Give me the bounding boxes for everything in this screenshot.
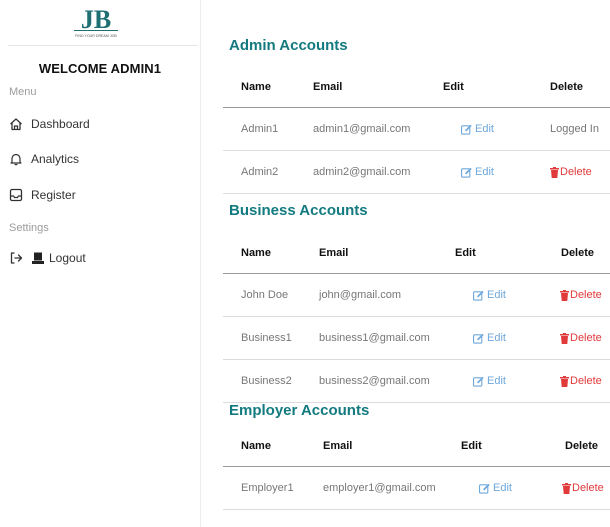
table-header-row: Name Email Edit Delete xyxy=(223,425,610,467)
delete-label: Delete xyxy=(572,482,604,494)
account-name: Admin1 xyxy=(241,123,279,135)
svg-text:FIND YOUR DREAM JOB: FIND YOUR DREAM JOB xyxy=(75,34,117,38)
account-name: Employer1 xyxy=(241,482,294,494)
sidebar-item-label: Register xyxy=(31,188,76,202)
user-icon xyxy=(31,251,45,265)
trash-icon xyxy=(560,289,569,301)
delete-button[interactable]: Delete xyxy=(560,317,602,359)
account-email: admin2@gmail.com xyxy=(313,166,411,178)
column-header-name: Name xyxy=(241,439,271,452)
column-header-edit: Edit xyxy=(443,80,464,93)
trash-icon xyxy=(560,375,569,387)
column-header-email: Email xyxy=(319,246,349,259)
table-row: John Doe john@gmail.com Edit Delete xyxy=(223,274,610,317)
divider xyxy=(8,45,198,46)
edit-label: Edit xyxy=(475,166,494,178)
column-header-name: Name xyxy=(241,80,271,93)
trash-icon xyxy=(560,332,569,344)
inbox-icon xyxy=(9,188,23,202)
edit-button[interactable]: Edit xyxy=(461,108,494,150)
account-email: admin1@gmail.com xyxy=(313,123,411,135)
column-header-delete: Delete xyxy=(565,439,599,452)
account-email: business2@gmail.com xyxy=(319,375,430,387)
table-row: Admin2 admin2@gmail.com Edit Delete xyxy=(223,151,610,194)
edit-label: Edit xyxy=(475,123,494,135)
column-header-email: Email xyxy=(323,439,353,452)
sidebar-item-analytics[interactable]: Analytics xyxy=(9,148,79,170)
edit-label: Edit xyxy=(487,332,506,344)
account-name: Business2 xyxy=(241,375,292,387)
edit-icon xyxy=(461,124,472,135)
delete-label: Delete xyxy=(560,166,592,178)
delete-label: Delete xyxy=(570,332,602,344)
svg-text:JB: JB xyxy=(81,6,111,34)
admin-accounts-title: Admin Accounts xyxy=(229,37,348,54)
logout-button[interactable]: Logout xyxy=(9,247,86,269)
welcome-heading: WELCOME ADMIN1 xyxy=(38,61,162,76)
logged-in-status: Logged In xyxy=(550,123,599,135)
settings-section-label: Settings xyxy=(9,222,49,234)
trash-icon xyxy=(562,482,571,494)
edit-label: Edit xyxy=(487,375,506,387)
business-accounts-title: Business Accounts xyxy=(229,202,368,219)
employer-accounts-title: Employer Accounts xyxy=(229,402,370,419)
business-accounts-table: Name Email Edit Delete John Doe john@gma… xyxy=(223,232,610,403)
employer-accounts-table: Name Email Edit Delete Employer1 employe… xyxy=(223,425,610,510)
table-row: Business2 business2@gmail.com Edit Delet… xyxy=(223,360,610,403)
sidebar-item-register[interactable]: Register xyxy=(9,184,76,206)
edit-icon xyxy=(473,290,484,301)
sidebar-item-label: Dashboard xyxy=(31,117,90,131)
brand-logo[interactable]: JB FIND YOUR DREAM JOB xyxy=(70,5,122,42)
sidebar-item-label: Analytics xyxy=(31,152,80,166)
column-header-delete: Delete xyxy=(561,246,595,259)
delete-label: Delete xyxy=(570,375,602,387)
edit-button[interactable]: Edit xyxy=(473,360,506,402)
edit-button[interactable]: Edit xyxy=(461,151,494,193)
home-icon xyxy=(9,117,23,131)
delete-label: Delete xyxy=(570,289,602,301)
delete-button[interactable]: Delete xyxy=(550,151,592,193)
column-header-edit: Edit xyxy=(455,246,476,259)
sidebar-item-dashboard[interactable]: Dashboard xyxy=(9,113,90,135)
table-header-row: Name Email Edit Delete xyxy=(223,232,610,274)
column-header-email: Email xyxy=(313,80,343,93)
column-header-edit: Edit xyxy=(461,439,482,452)
account-email: employer1@gmail.com xyxy=(323,482,436,494)
account-name: Admin2 xyxy=(241,166,279,178)
table-row: Employer1 employer1@gmail.com Edit Delet… xyxy=(223,467,610,510)
edit-button[interactable]: Edit xyxy=(473,274,506,316)
edit-label: Edit xyxy=(493,482,512,494)
edit-button[interactable]: Edit xyxy=(473,317,506,359)
sidebar: JB FIND YOUR DREAM JOB WELCOME ADMIN1 Me… xyxy=(0,0,201,527)
account-name: John Doe xyxy=(241,289,289,301)
table-row: Business1 business1@gmail.com Edit Delet… xyxy=(223,317,610,360)
delete-button[interactable]: Delete xyxy=(562,467,604,509)
edit-icon xyxy=(473,376,484,387)
edit-button[interactable]: Edit xyxy=(479,467,512,509)
account-email: john@gmail.com xyxy=(319,289,402,301)
edit-icon xyxy=(461,167,472,178)
logout-label: Logout xyxy=(49,251,86,265)
edit-icon xyxy=(473,333,484,344)
account-name: Business1 xyxy=(241,332,292,344)
column-header-delete: Delete xyxy=(550,80,584,93)
sign-out-icon xyxy=(9,251,23,265)
delete-button[interactable]: Delete xyxy=(560,360,602,402)
edit-icon xyxy=(479,483,490,494)
trash-icon xyxy=(550,166,559,178)
edit-label: Edit xyxy=(487,289,506,301)
column-header-name: Name xyxy=(241,246,271,259)
delete-button[interactable]: Delete xyxy=(560,274,602,316)
main-content: Admin Accounts Name Email Edit Delete Ad… xyxy=(200,0,610,527)
table-row: Admin1 admin1@gmail.com Edit Logged In xyxy=(223,108,610,151)
admin-accounts-table: Name Email Edit Delete Admin1 admin1@gma… xyxy=(223,66,610,194)
menu-section-label: Menu xyxy=(9,86,37,98)
account-email: business1@gmail.com xyxy=(319,332,430,344)
table-header-row: Name Email Edit Delete xyxy=(223,66,610,108)
bell-icon xyxy=(9,152,23,166)
